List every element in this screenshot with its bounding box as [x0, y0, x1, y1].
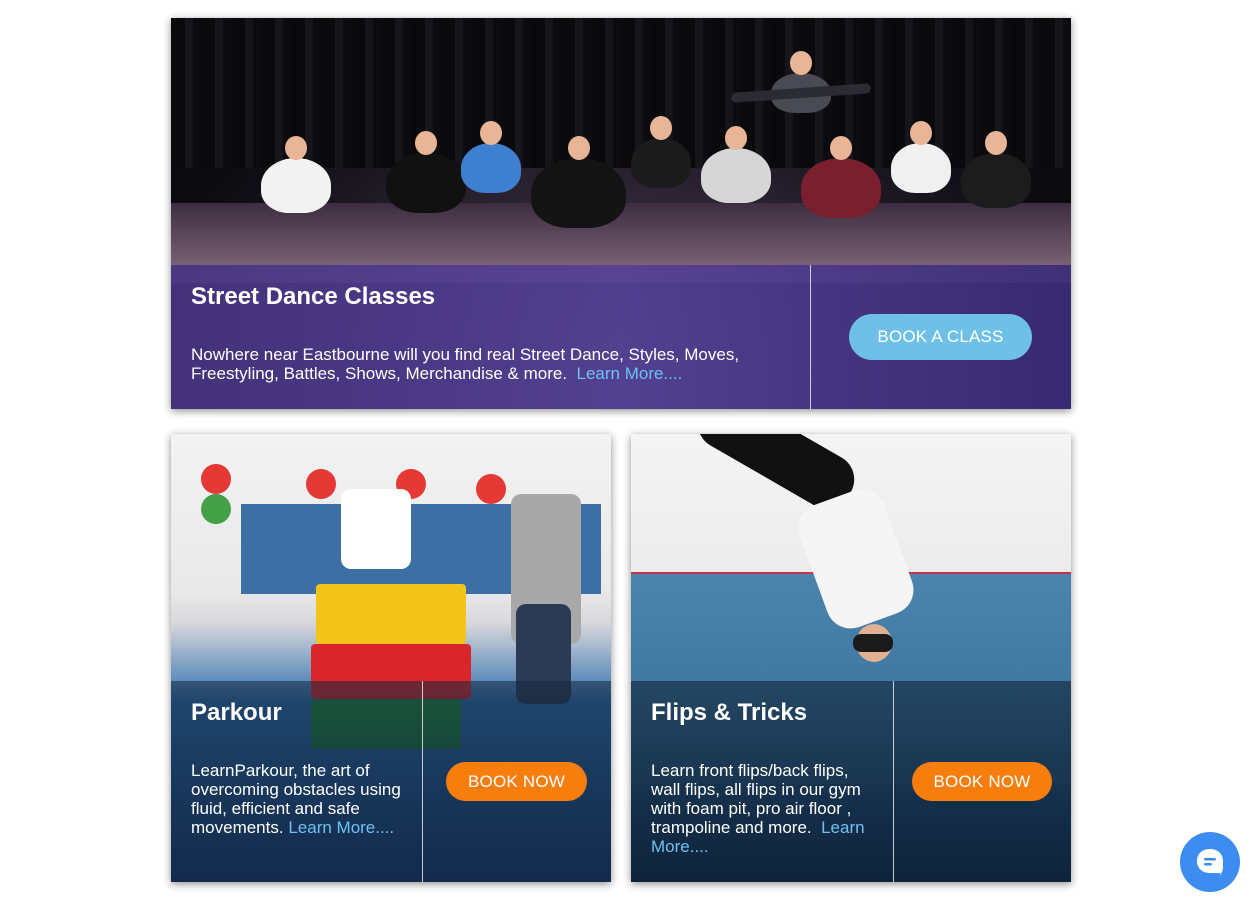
street-dance-card: Street Dance Classes Nowhere near Eastbo…	[171, 18, 1071, 409]
book-a-class-button[interactable]: BOOK A CLASS	[849, 314, 1032, 360]
street-dance-title: Street Dance Classes	[191, 283, 436, 310]
chat-button[interactable]	[1180, 832, 1240, 892]
parkour-card: Parkour LearnParkour, the art of overcom…	[171, 434, 611, 882]
parkour-book-now-button[interactable]: BOOK NOW	[446, 762, 587, 801]
parkour-learn-more-link[interactable]: Learn More....	[288, 818, 394, 837]
flips-tricks-card: Flips & Tricks Learn front flips/back fl…	[631, 434, 1071, 882]
flips-tricks-description: Learn front flips/back flips, wall flips…	[651, 761, 876, 856]
parkour-info-bar: Parkour LearnParkour, the art of overcom…	[171, 681, 611, 882]
parkour-description: LearnParkour, the art of overcoming obst…	[191, 761, 406, 837]
parkour-title: Parkour	[191, 699, 282, 726]
chat-icon	[1197, 849, 1223, 875]
flips-tricks-info-bar: Flips & Tricks Learn front flips/back fl…	[631, 681, 1071, 882]
street-dance-learn-more-link[interactable]: Learn More....	[577, 364, 683, 383]
street-dance-info-bar: Street Dance Classes Nowhere near Eastbo…	[171, 265, 1071, 409]
flips-tricks-title: Flips & Tricks	[651, 699, 808, 726]
street-dance-description: Nowhere near Eastbourne will you find re…	[191, 345, 791, 383]
flips-tricks-book-now-button[interactable]: BOOK NOW	[912, 762, 1052, 801]
